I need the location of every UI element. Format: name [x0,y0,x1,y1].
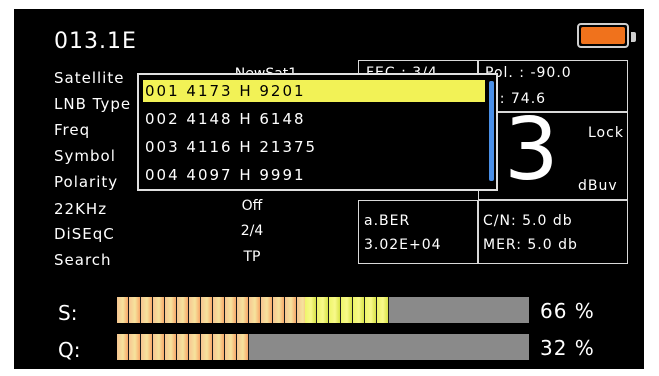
strength-bar-fill [117,297,305,323]
level-unit: dBuv [578,178,618,194]
setting-value-search[interactable]: TP [212,249,292,265]
quality-label: Q: [58,338,81,362]
setting-value-22khz[interactable]: Off [212,198,292,214]
setting-label-polarity: Polarity [54,173,119,191]
battery-icon [577,23,636,48]
cn-mer-box [478,200,628,264]
strength-bar-fill-highlight [305,297,389,323]
meter-screen: 013.1E Satellite NewSat1 LNB Type Freq S… [14,9,644,369]
tp-list-item[interactable]: 004 4097 H 9991 [143,164,485,186]
setting-label-diseqc: DiSEqC [54,225,115,243]
setting-label-freq: Freq [54,121,91,139]
lock-status: Lock [588,125,624,141]
setting-label-symbol: Symbol [54,147,116,165]
ber-label: a.BER [364,213,411,229]
tp-list-scroll-thumb[interactable] [489,81,494,181]
tp-list-item[interactable]: 001 4173 H 9201 [143,80,485,102]
strength-bar [117,297,529,323]
setting-label-lnb-type: LNB Type [54,95,132,113]
strength-percent: 66 % [540,299,595,323]
mer-value: MER: 5.0 db [483,237,578,253]
ber-value: 3.02E+04 [364,237,442,253]
ber-box [358,200,478,264]
level-big-digit: 3 [504,100,559,200]
strength-label: S: [58,301,78,325]
pol-text: Pol. : -90.0 [485,65,572,81]
setting-value-diseqc[interactable]: 2/4 [212,223,292,239]
tp-list-item[interactable]: 002 4148 H 6148 [143,108,485,130]
cn-value: C/N: 5.0 db [483,213,573,229]
tp-list-item[interactable]: 003 4116 H 21375 [143,136,485,158]
quality-percent: 32 % [540,336,595,360]
transponder-list-popup: 001 4173 H 9201 002 4148 H 6148 003 4116… [137,73,498,191]
setting-label-22khz: 22KHz [54,200,108,218]
satellite-position-title: 013.1E [54,29,137,54]
quality-bar-fill [117,334,249,360]
setting-label-satellite: Satellite [54,69,125,87]
setting-label-search: Search [54,251,112,269]
quality-bar [117,334,529,360]
